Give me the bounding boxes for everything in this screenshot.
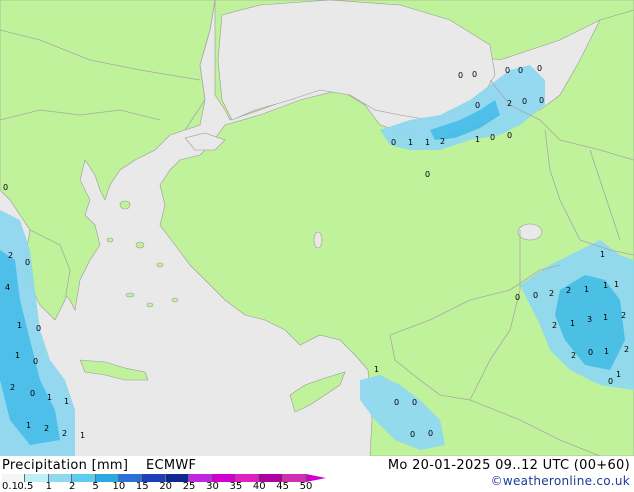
legend-tick-label: 45 [276, 481, 289, 492]
map-label: 0 [425, 170, 430, 179]
map-label: 0 [539, 96, 544, 105]
legend-tick-label: 25 [182, 481, 196, 492]
map-label: 1 [80, 431, 85, 440]
legend-tick-label: 0.1 [2, 481, 18, 492]
map-label: 0 [505, 66, 510, 75]
map-label: 4 [5, 283, 10, 292]
map-title: Precipitation [mm] [2, 458, 129, 473]
credit-link[interactable]: ©weatheronline.co.uk [491, 474, 630, 488]
map-label: 2 [62, 429, 67, 438]
map-label: 0 [507, 131, 512, 140]
map-label: 1 [408, 138, 413, 147]
map-label: 2 [8, 251, 13, 260]
map-label: 3 [587, 315, 592, 324]
legend-tick-label: 5 [92, 481, 99, 492]
map-label: 0 [25, 258, 30, 267]
map-label: 2 [440, 137, 445, 146]
map-label: 0 [533, 291, 538, 300]
map-label: 1 [616, 370, 621, 379]
legend-tick-label: 2 [68, 481, 76, 492]
map-label: 1 [570, 319, 575, 328]
map-label: 1 [47, 393, 52, 402]
map-label: 0 [30, 389, 35, 398]
map-label: 1 [584, 285, 589, 294]
legend-tick-label: 20 [159, 481, 173, 492]
map-label: 2 [621, 311, 626, 320]
map-label: 0 [475, 101, 480, 110]
legend-tick-label: 0.5 [17, 481, 34, 492]
map-label: 2 [549, 289, 554, 298]
map-label: 1 [15, 351, 20, 360]
map-label: 1 [17, 321, 22, 330]
map-label: 1 [604, 347, 609, 356]
valid-time: Mo 20-01-2025 09..12 UTC (00+60) [387, 458, 630, 473]
map-label: 0 [410, 430, 415, 439]
map-label: 0 [472, 70, 477, 79]
legend-tick-label: 30 [206, 481, 219, 492]
map-label: 2 [624, 345, 629, 354]
map-label: 1 [26, 421, 31, 430]
map-label: 2 [566, 286, 571, 295]
map-label: 0 [490, 133, 495, 142]
map-label: 1 [600, 250, 605, 259]
map-label: 2 [552, 321, 557, 330]
map-label: 2 [44, 424, 49, 433]
map-label: 0 [36, 324, 41, 333]
map-label: 2 [507, 99, 512, 108]
map-label: 0 [588, 348, 593, 357]
legend-tick-label: 10 [112, 481, 126, 492]
map-label: 1 [614, 280, 619, 289]
map-label: 1 [475, 135, 480, 144]
map-label: 0 [522, 97, 527, 106]
legend-tick-label: 1 [45, 481, 52, 492]
map-label: 0 [33, 357, 38, 366]
legend-tick-label: 40 [252, 481, 266, 492]
map-label: 0 [458, 71, 463, 80]
weather-map-view: 0 0 0 0 0 0 2 0 0 0 1 1 2 1 0 0 0 2 0 4 … [0, 0, 634, 492]
map-label: 0 [412, 398, 417, 407]
map-label: 2 [571, 351, 576, 360]
map-label: 0 [394, 398, 399, 407]
map-label: 2 [10, 383, 15, 392]
map-label: 0 [537, 64, 542, 73]
map-label: 1 [603, 281, 608, 290]
map-value-labels: 0 0 0 0 0 0 2 0 0 0 1 1 2 1 0 0 0 2 0 4 … [3, 64, 629, 440]
legend-tick-label: 50 [299, 481, 313, 492]
map-label: 0 [608, 377, 613, 386]
map-label: 0 [3, 183, 8, 192]
map-label: 0 [518, 66, 523, 75]
map-label: 1 [603, 313, 608, 322]
map-label: 0 [515, 293, 520, 302]
legend-tick-label: 15 [135, 481, 149, 492]
map-label: 1 [64, 397, 69, 406]
map-label: 1 [425, 138, 430, 147]
map-label: 1 [374, 365, 379, 374]
map-label: 0 [428, 429, 433, 438]
legend-tick-label: 35 [229, 481, 243, 492]
model-name: ECMWF [146, 458, 197, 473]
map-label: 0 [391, 138, 396, 147]
